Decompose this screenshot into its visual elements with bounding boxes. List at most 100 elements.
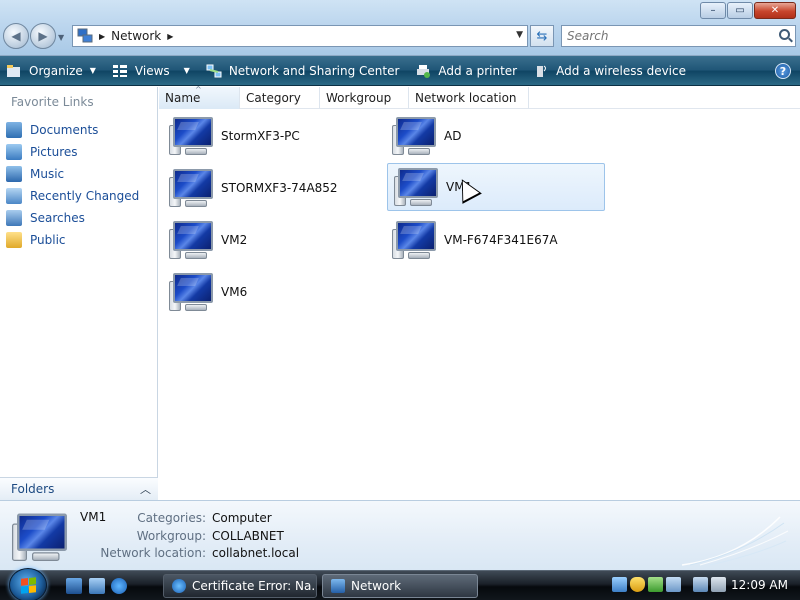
details-pane: VM1 Categories: Workgroup: Network locat… bbox=[0, 500, 800, 570]
tray-app-icon[interactable] bbox=[648, 577, 663, 592]
music-icon bbox=[6, 166, 22, 182]
security-shield-icon[interactable] bbox=[630, 577, 645, 592]
internet-explorer-icon[interactable] bbox=[111, 578, 127, 594]
forward-button[interactable]: ▶ bbox=[30, 23, 56, 49]
folders-toggle[interactable]: Folders ︿ bbox=[0, 477, 158, 500]
windows-logo-icon bbox=[20, 576, 36, 594]
start-button[interactable] bbox=[9, 568, 47, 600]
organize-label: Organize bbox=[29, 63, 83, 78]
sidebar-item-label: Pictures bbox=[30, 145, 78, 159]
list-item-computer[interactable]: VM2 bbox=[163, 216, 381, 264]
column-headers: ^ Name Category Workgroup Network locati… bbox=[159, 85, 800, 109]
close-button[interactable]: ✕ bbox=[754, 2, 796, 19]
column-header-network-location[interactable]: Network location bbox=[409, 87, 529, 109]
sidebar-item-pictures[interactable]: Pictures bbox=[6, 141, 139, 163]
network-icon bbox=[331, 579, 345, 593]
maximize-button[interactable]: ▭ bbox=[727, 2, 753, 19]
sidebar-item-public[interactable]: Public bbox=[6, 229, 139, 251]
back-button[interactable]: ◀ bbox=[3, 23, 29, 49]
computer-name: VM6 bbox=[221, 285, 248, 299]
refresh-icon: ⇆ bbox=[536, 28, 548, 44]
system-tray bbox=[612, 577, 726, 592]
breadcrumb-network[interactable]: Network bbox=[111, 29, 161, 43]
column-header-label: Workgroup bbox=[326, 91, 392, 105]
volume-muted-icon[interactable] bbox=[711, 577, 726, 592]
add-wireless-device-button[interactable]: Add a wireless device bbox=[533, 56, 686, 86]
column-header-label: Category bbox=[246, 91, 301, 105]
title-bar: – ▭ ✕ ◀ ▶ ▼ ▶ Network ▶ ▼ ⇆ bbox=[0, 0, 800, 56]
favorite-links-heading: Favorite Links bbox=[11, 95, 94, 109]
list-item-computer[interactable]: STORMXF3-74A852 bbox=[163, 164, 381, 212]
computer-icon bbox=[169, 115, 215, 157]
detail-value-network-location: collabnet.local bbox=[212, 546, 300, 560]
search-box[interactable] bbox=[561, 25, 796, 47]
add-wireless-label: Add a wireless device bbox=[556, 63, 686, 78]
taskbar-item-label: Network bbox=[351, 579, 402, 593]
display-icon[interactable] bbox=[693, 577, 708, 592]
minimize-button[interactable]: – bbox=[700, 2, 726, 19]
sidebar-item-label: Music bbox=[30, 167, 65, 181]
list-item-computer[interactable]: VM6 bbox=[163, 268, 381, 316]
address-bar[interactable]: ▶ Network ▶ ▼ bbox=[72, 25, 528, 47]
help-icon[interactable]: ? bbox=[775, 63, 791, 79]
list-item-computer[interactable]: StormXF3-PC bbox=[163, 112, 381, 160]
sidebar-item-recently-changed[interactable]: Recently Changed bbox=[6, 185, 139, 207]
detail-value-categories: Computer bbox=[212, 511, 272, 525]
tray-network-icon[interactable] bbox=[666, 577, 681, 592]
computer-icon bbox=[394, 166, 440, 208]
switch-windows-icon[interactable] bbox=[89, 578, 105, 594]
list-item-computer[interactable]: VM-F674F341E67A bbox=[386, 216, 604, 264]
taskbar-item-network[interactable]: Network bbox=[322, 574, 478, 598]
favorite-links-list: Documents Pictures Music Recently Change… bbox=[6, 119, 139, 251]
sidebar-item-music[interactable]: Music bbox=[6, 163, 139, 185]
taskbar-item-certificate-error[interactable]: Certificate Error: Na... bbox=[163, 574, 317, 598]
selected-computer-icon bbox=[12, 511, 70, 564]
chevron-up-icon[interactable]: ︿ bbox=[140, 481, 151, 497]
forward-arrow-icon: ▶ bbox=[38, 29, 48, 43]
add-printer-button[interactable]: Add a printer bbox=[415, 56, 517, 86]
clock[interactable]: 12:09 AM bbox=[731, 578, 788, 592]
sidebar-item-label: Public bbox=[30, 233, 66, 247]
sidebar-item-label: Documents bbox=[30, 123, 99, 137]
views-button[interactable]: Views ▼ bbox=[112, 56, 190, 86]
details-values: Computer COLLABNET collabnet.local bbox=[212, 510, 299, 563]
computer-name: STORMXF3-74A852 bbox=[221, 181, 338, 195]
sidebar-item-label: Recently Changed bbox=[30, 189, 140, 203]
network-sharing-label: Network and Sharing Center bbox=[228, 63, 400, 78]
computer-icon bbox=[392, 219, 438, 261]
network-status-icon[interactable] bbox=[612, 577, 627, 592]
recent-pages-dropdown[interactable]: ▼ bbox=[58, 33, 64, 42]
computer-icon bbox=[392, 115, 438, 157]
views-icon bbox=[112, 64, 128, 78]
sidebar-item-documents[interactable]: Documents bbox=[6, 119, 139, 141]
command-bar: Organize ▼ Views ▼ Network and Sharing C… bbox=[0, 56, 800, 86]
details-labels: Categories: Workgroup: Network location: bbox=[100, 510, 206, 563]
organize-button[interactable]: Organize ▼ bbox=[6, 56, 96, 86]
computer-icon bbox=[169, 167, 215, 209]
breadcrumb-separator-icon[interactable]: ▶ bbox=[99, 32, 105, 41]
refresh-button[interactable]: ⇆ bbox=[530, 25, 554, 47]
search-icon[interactable] bbox=[779, 29, 790, 40]
column-header-name[interactable]: ^ Name bbox=[159, 85, 240, 109]
documents-icon bbox=[6, 122, 22, 138]
searches-icon bbox=[6, 210, 22, 226]
address-dropdown-icon[interactable]: ▼ bbox=[516, 30, 523, 40]
search-input[interactable] bbox=[562, 26, 762, 46]
network-sharing-center-button[interactable]: Network and Sharing Center bbox=[206, 56, 400, 86]
views-dropdown-icon[interactable]: ▼ bbox=[184, 66, 190, 75]
wireless-device-icon bbox=[533, 64, 549, 78]
list-item-computer[interactable]: AD bbox=[386, 112, 604, 160]
sidebar-item-searches[interactable]: Searches bbox=[6, 207, 139, 229]
network-icon bbox=[77, 28, 93, 43]
views-label: Views bbox=[134, 63, 170, 78]
column-header-category[interactable]: Category bbox=[240, 87, 320, 109]
organize-icon bbox=[6, 64, 22, 78]
pictures-icon bbox=[6, 144, 22, 160]
show-desktop-icon[interactable] bbox=[66, 578, 82, 594]
folders-label: Folders bbox=[11, 482, 55, 496]
computer-name: VM2 bbox=[221, 233, 248, 247]
detail-label-network-location: Network location: bbox=[100, 546, 206, 560]
list-item-computer-selected[interactable]: VM1 bbox=[387, 163, 605, 211]
column-header-workgroup[interactable]: Workgroup bbox=[320, 87, 409, 109]
breadcrumb-chevron-icon[interactable]: ▶ bbox=[167, 32, 173, 41]
